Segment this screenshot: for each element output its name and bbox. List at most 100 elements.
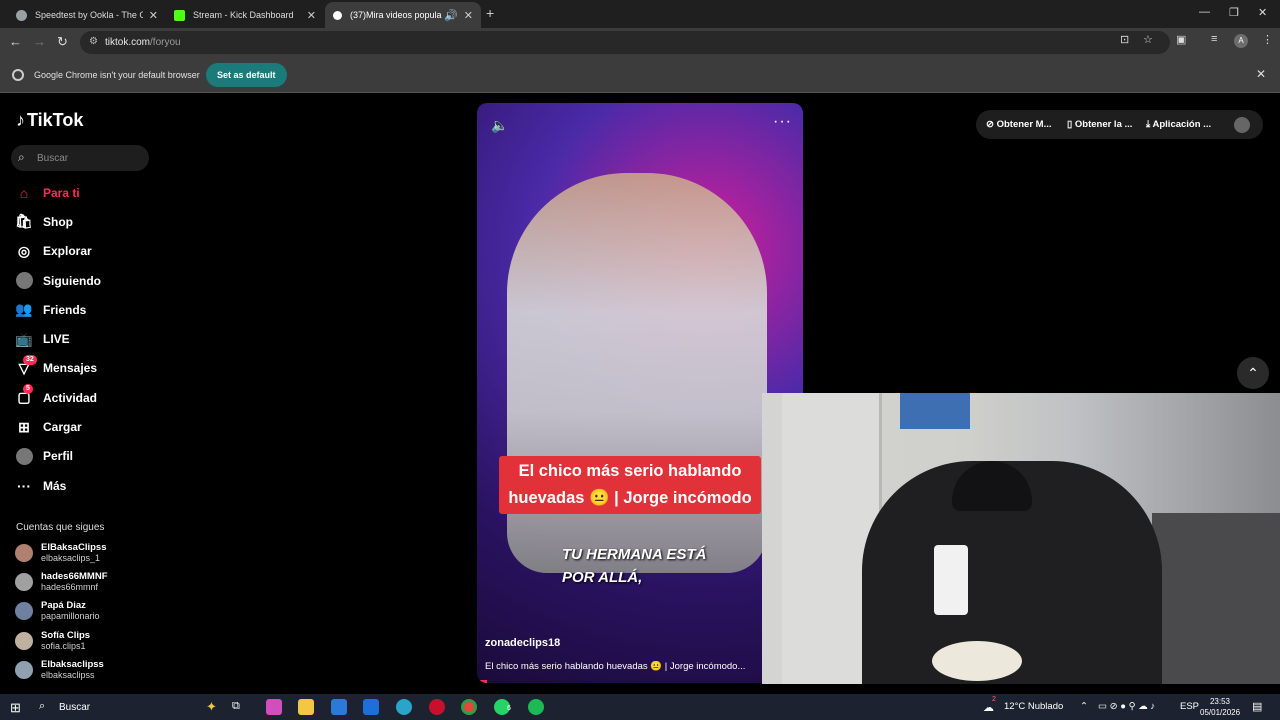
task-view-icon[interactable]: ⧉ bbox=[232, 700, 248, 716]
outlook-icon[interactable] bbox=[363, 699, 379, 715]
shop-icon: 🛍 bbox=[15, 213, 33, 230]
notification-icon[interactable]: ▤ bbox=[1252, 700, 1262, 713]
sidebar-item-cargar[interactable]: ⊞ Cargar bbox=[15, 412, 155, 441]
sidebar-item-friends[interactable]: 👥 Friends bbox=[15, 295, 155, 324]
address-bar[interactable]: ⚙ tiktok.com/foryou bbox=[80, 31, 1170, 54]
volume-icon[interactable]: 🔈 bbox=[491, 117, 508, 134]
edge-icon[interactable] bbox=[396, 699, 412, 715]
cam-flag bbox=[900, 393, 970, 429]
weather-text[interactable]: 12°C Nublado bbox=[1004, 701, 1063, 712]
following-account[interactable]: Sofía Clips sofia.clips1 bbox=[15, 626, 155, 655]
windows-start-icon[interactable]: ⊞ bbox=[10, 700, 21, 716]
app-icon[interactable] bbox=[429, 699, 445, 715]
sidebar-item-live[interactable]: 📺 LIVE bbox=[15, 324, 155, 353]
following-account[interactable]: Papá Diaz papamillonario bbox=[15, 597, 155, 626]
spotify-icon[interactable] bbox=[528, 699, 544, 715]
home-icon: ⌂ bbox=[19, 184, 29, 201]
bookmark-star-icon[interactable]: ☆ bbox=[1143, 33, 1153, 46]
close-tab-icon[interactable]: ✕ bbox=[307, 9, 316, 22]
upload-icon: ⊞ bbox=[18, 418, 30, 435]
whatsapp-badge: 6 bbox=[507, 705, 511, 712]
sidebar-nav: ⌂ Para ti 🛍 Shop ◎ Explorar Siguiendo 👥 … bbox=[15, 178, 155, 500]
new-tab-button[interactable]: + bbox=[486, 5, 494, 21]
close-tab-icon[interactable]: ✕ bbox=[464, 9, 473, 22]
tab-tiktok[interactable]: (37)Mira videos populares sobre 🔊 ✕ bbox=[325, 2, 481, 28]
friends-icon: 👥 bbox=[15, 301, 33, 318]
clock[interactable]: 23:53 05/01/2026 bbox=[1200, 696, 1240, 718]
search-placeholder: Buscar bbox=[37, 153, 69, 164]
sidebar-item-perfil[interactable]: Perfil bbox=[15, 442, 155, 471]
site-info-icon[interactable]: ⚙ bbox=[89, 36, 98, 47]
reload-icon[interactable]: ↻ bbox=[57, 34, 68, 50]
restore-icon[interactable]: ❐ bbox=[1229, 6, 1239, 19]
get-coins-link[interactable]: ⊘ Obtener M... bbox=[986, 119, 1052, 130]
speaker-icon[interactable]: 🔊 bbox=[444, 9, 458, 22]
video-caption-overlay: El chico más serio hablando huevadas 😐 |… bbox=[499, 456, 761, 514]
video-description[interactable]: El chico más serio hablando huevadas 😐 |… bbox=[485, 661, 760, 672]
browser-toolbar: ← → ↻ ⚙ tiktok.com/foryou ⊡ ☆ ▣ ≡ A ⋮ bbox=[0, 28, 1280, 57]
avatar bbox=[15, 572, 33, 591]
messages-badge: 32 bbox=[23, 354, 37, 365]
speedtest-favicon-icon bbox=[16, 9, 27, 21]
forward-icon[interactable]: → bbox=[33, 34, 46, 49]
file-explorer-icon[interactable] bbox=[298, 699, 314, 715]
get-app-link[interactable]: ▯ Obtener la ... bbox=[1067, 119, 1132, 130]
taskbar-search[interactable]: ⌕ Buscar ✦ bbox=[30, 696, 220, 718]
install-app-icon[interactable]: ⊡ bbox=[1120, 33, 1129, 46]
sidebar-item-explorar[interactable]: ◎ Explorar bbox=[15, 237, 155, 266]
sidebar-item-para-ti[interactable]: ⌂ Para ti bbox=[15, 178, 155, 207]
chevron-up-icon[interactable]: ⌃ bbox=[1080, 701, 1088, 712]
profile-avatar[interactable]: A bbox=[1234, 34, 1248, 48]
extensions-icon[interactable]: ▣ bbox=[1176, 33, 1186, 46]
search-input[interactable]: ⌕ Buscar bbox=[11, 145, 149, 171]
browser-tab-strip: Speedtest by Ookla - The Global Broadban… bbox=[0, 0, 1280, 28]
desktop-app-link[interactable]: ⤓ Aplicación ... bbox=[1146, 119, 1211, 130]
tray-icons[interactable]: ▭ ⊘ ● ⚲ ☁ ♪ bbox=[1098, 701, 1155, 712]
video-player[interactable]: 🔈 ··· El chico más serio hablando huevad… bbox=[477, 103, 803, 683]
url-text[interactable]: tiktok.com/foryou bbox=[105, 37, 181, 48]
avatar bbox=[15, 543, 33, 562]
copilot-icon[interactable] bbox=[266, 699, 282, 715]
sidebar-item-mensajes[interactable]: ▽ 32 Mensajes bbox=[15, 354, 155, 383]
chrome-icon[interactable] bbox=[461, 699, 477, 715]
back-icon[interactable]: ← bbox=[9, 34, 22, 49]
language-indicator[interactable]: ESP bbox=[1180, 701, 1199, 712]
following-list: ElBaksaClipss elbaksaclips_1 hades66MMNF h… bbox=[15, 538, 155, 684]
sidebar-item-siguiendo[interactable]: Siguiendo bbox=[15, 266, 155, 295]
weather-badge: 2 bbox=[992, 696, 996, 703]
following-account[interactable]: hades66MMNF hades66mmnf bbox=[15, 567, 155, 596]
search-icon: ⌕ bbox=[39, 700, 46, 712]
header-actions: ⊘ Obtener M... ▯ Obtener la ... ⤓ Aplica… bbox=[976, 110, 1263, 139]
tiktok-logo[interactable]: ♪ TikTok bbox=[16, 110, 83, 131]
tiktok-favicon-icon bbox=[333, 10, 342, 20]
more-options-icon[interactable]: ··· bbox=[773, 113, 792, 131]
sidebar-item-mas[interactable]: ··· Más bbox=[15, 471, 155, 500]
media-controls-icon[interactable]: ≡ bbox=[1211, 33, 1217, 45]
close-tab-icon[interactable]: ✕ bbox=[149, 9, 158, 22]
menu-kebab-icon[interactable]: ⋮ bbox=[1262, 33, 1273, 46]
avatar[interactable] bbox=[1234, 117, 1250, 133]
scroll-up-button[interactable]: ⌃ bbox=[1237, 357, 1269, 389]
windows-taskbar: ⊞ ⌕ Buscar ✦ ⧉ 6 ☁ 2 12°C Nublado ⌃ ▭ ⊘ … bbox=[0, 694, 1280, 720]
following-account[interactable]: Elbaksaclipss elbaksaclipss bbox=[15, 655, 155, 684]
infobar-message: Google Chrome isn't your default browser bbox=[34, 70, 200, 80]
minimize-icon[interactable]: — bbox=[1199, 6, 1210, 18]
sidebar-item-shop[interactable]: 🛍 Shop bbox=[15, 207, 155, 236]
video-progress-bar[interactable] bbox=[477, 680, 487, 683]
set-as-default-button[interactable]: Set as default bbox=[206, 63, 287, 87]
tab-speedtest[interactable]: Speedtest by Ookla - The Global Broadban… bbox=[8, 2, 166, 28]
sidebar-item-actividad[interactable]: ▢ 5 Actividad bbox=[15, 383, 155, 412]
tab-title: Stream - Kick Dashboard bbox=[193, 10, 294, 20]
close-infobar-icon[interactable]: ✕ bbox=[1256, 67, 1266, 81]
tab-kick-dashboard[interactable]: Stream - Kick Dashboard ✕ bbox=[166, 2, 324, 28]
video-author[interactable]: zonadeclips18 bbox=[485, 637, 560, 649]
chrome-icon bbox=[12, 69, 24, 81]
close-window-icon[interactable]: ✕ bbox=[1258, 6, 1267, 19]
store-icon[interactable] bbox=[331, 699, 347, 715]
cam-plate bbox=[932, 641, 1022, 681]
default-browser-infobar: Google Chrome isn't your default browser… bbox=[0, 57, 1280, 93]
chevron-up-icon: ⌃ bbox=[1247, 365, 1259, 381]
following-account[interactable]: ElBaksaClipss elbaksaclips_1 bbox=[15, 538, 155, 567]
avatar bbox=[15, 602, 33, 621]
tab-title: (37)Mira videos populares sobre bbox=[350, 10, 442, 20]
